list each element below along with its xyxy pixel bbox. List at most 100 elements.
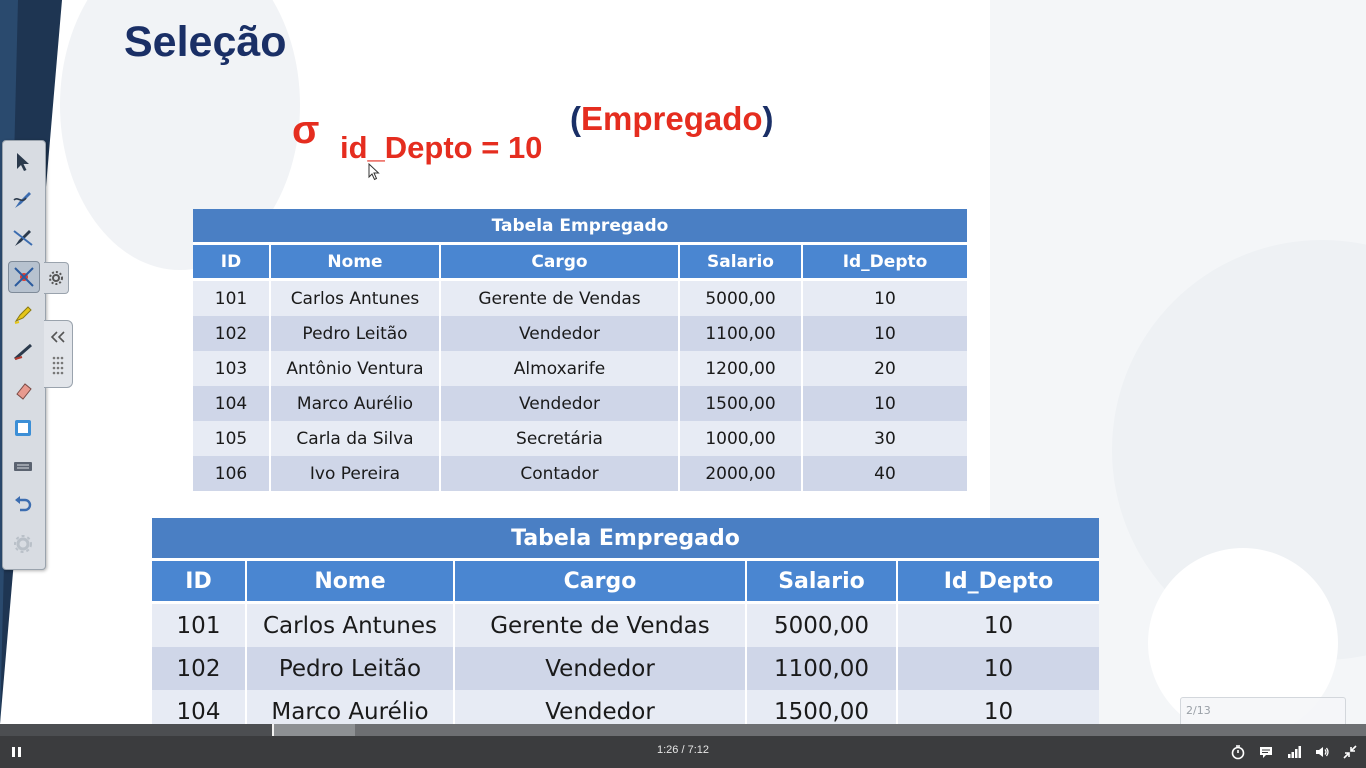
keyboard-icon[interactable] xyxy=(8,451,38,481)
cell-salario: 1200,00 xyxy=(678,351,802,386)
column-header-salario: Salario xyxy=(678,243,802,281)
table-row: 104 Marco Aurélio Vendedor 1500,00 10 xyxy=(193,386,967,421)
cell-cargo: Vendedor xyxy=(453,647,746,690)
page-number: 2/13 xyxy=(1186,704,1211,717)
cell-cargo: Gerente de Vendas xyxy=(439,279,679,316)
cell-id: 102 xyxy=(193,316,270,351)
column-header-cargo: Cargo xyxy=(439,243,679,281)
cell-cargo: Almoxarife xyxy=(439,351,679,386)
mouse-cursor-icon xyxy=(368,163,380,181)
cell-id: 101 xyxy=(193,279,270,316)
cell-cargo: Vendedor xyxy=(439,386,679,421)
table-caption: Tabela Empregado xyxy=(152,518,1099,561)
cell-id-depto: 10 xyxy=(801,386,967,421)
cell-salario: 5000,00 xyxy=(678,279,802,316)
toolbar-collapse-button[interactable] xyxy=(44,320,73,388)
grip-icon xyxy=(52,356,64,375)
settings-icon[interactable] xyxy=(8,529,38,559)
cell-id-depto: 40 xyxy=(801,456,967,491)
cell-cargo: Secretária xyxy=(439,421,679,456)
cell-cargo: Gerente de Vendas xyxy=(453,602,746,647)
cell-id-depto: 10 xyxy=(801,316,967,351)
cell-id: 105 xyxy=(193,421,270,456)
cell-salario: 5000,00 xyxy=(745,602,897,647)
cell-id-depto: 20 xyxy=(801,351,967,386)
time-display: 1:26 / 7:12 xyxy=(657,744,709,756)
captions-icon[interactable] xyxy=(1257,743,1275,761)
cell-nome: Carlos Antunes xyxy=(245,602,454,647)
annotation-toolbar xyxy=(2,140,46,570)
double-chevron-left-icon xyxy=(50,331,65,343)
toolbar-gear-icon[interactable] xyxy=(44,262,69,294)
cell-id-depto: 30 xyxy=(801,421,967,456)
cell-cargo: Vendedor xyxy=(453,690,746,724)
cell-salario: 1100,00 xyxy=(745,647,897,690)
table-row: 106 Ivo Pereira Contador 2000,00 40 xyxy=(193,456,967,491)
timer-icon[interactable] xyxy=(1229,743,1247,761)
cell-nome: Ivo Pereira xyxy=(269,456,440,491)
column-header-id: ID xyxy=(152,559,246,604)
slide-canvas: Seleção σ id_Depto = 10 (Empregado) Tabe… xyxy=(0,0,1366,724)
highlighter-pen-icon[interactable] xyxy=(8,223,38,253)
table-row: 101 Carlos Antunes Gerente de Vendas 500… xyxy=(152,602,1099,647)
pointer-icon[interactable] xyxy=(8,147,38,177)
laser-pointer-icon[interactable] xyxy=(8,261,40,293)
whiteboard-icon[interactable] xyxy=(8,413,38,443)
page-indicator[interactable]: 2/13 xyxy=(1180,697,1346,724)
quality-icon[interactable] xyxy=(1285,743,1303,761)
cell-cargo: Vendedor xyxy=(439,316,679,351)
source-table: Tabela Empregado ID Nome Cargo Salario I… xyxy=(193,209,967,491)
cell-id: 103 xyxy=(193,351,270,386)
slide-title: Seleção xyxy=(124,18,287,66)
cell-nome: Carlos Antunes xyxy=(269,279,440,316)
cell-nome: Pedro Leitão xyxy=(269,316,440,351)
cell-id-depto: 10 xyxy=(896,690,1099,724)
column-header-id-depto: Id_Depto xyxy=(801,243,967,281)
cell-salario: 2000,00 xyxy=(678,456,802,491)
column-header-nome: Nome xyxy=(245,559,454,604)
progress-bar[interactable] xyxy=(0,724,1366,736)
table-caption: Tabela Empregado xyxy=(193,209,967,245)
line-icon[interactable] xyxy=(8,337,38,367)
table-row: 103 Antônio Ventura Almoxarife 1200,00 2… xyxy=(193,351,967,386)
column-header-cargo: Cargo xyxy=(453,559,746,604)
cell-salario: 1100,00 xyxy=(678,316,802,351)
progress-handle[interactable] xyxy=(272,724,274,736)
undo-icon[interactable] xyxy=(8,489,38,519)
relation-name: (Empregado) xyxy=(570,100,774,138)
marker-icon[interactable] xyxy=(8,299,38,329)
column-header-salario: Salario xyxy=(745,559,897,604)
open-paren: ( xyxy=(570,100,581,137)
cell-id: 104 xyxy=(193,386,270,421)
cell-cargo: Contador xyxy=(439,456,679,491)
eraser-icon[interactable] xyxy=(8,375,38,405)
table-row: 105 Carla da Silva Secretária 1000,00 30 xyxy=(193,421,967,456)
volume-icon[interactable] xyxy=(1313,743,1331,761)
table-row: 101 Carlos Antunes Gerente de Vendas 500… xyxy=(193,279,967,316)
cell-id-depto: 10 xyxy=(896,602,1099,647)
cell-id: 104 xyxy=(152,690,246,724)
cell-nome: Carla da Silva xyxy=(269,421,440,456)
cell-salario: 1000,00 xyxy=(678,421,802,456)
sigma-symbol: σ xyxy=(292,108,320,152)
pen-icon[interactable] xyxy=(8,185,38,215)
cell-id-depto: 10 xyxy=(896,647,1099,690)
cell-nome: Antônio Ventura xyxy=(269,351,440,386)
column-header-id: ID xyxy=(193,243,270,281)
column-header-nome: Nome xyxy=(269,243,440,281)
result-table: Tabela Empregado ID Nome Cargo Salario I… xyxy=(152,518,1099,724)
player-controls: 1:26 / 7:12 xyxy=(0,736,1366,768)
cell-id-depto: 10 xyxy=(801,279,967,316)
cell-id: 101 xyxy=(152,602,246,647)
close-paren: ) xyxy=(762,100,774,137)
selection-formula: σ id_Depto = 10 (Empregado) xyxy=(292,100,792,180)
progress-played xyxy=(0,724,273,736)
table-row: 104 Marco Aurélio Vendedor 1500,00 10 xyxy=(152,690,1099,724)
exit-fullscreen-icon[interactable] xyxy=(1341,743,1359,761)
relation-label: Empregado xyxy=(581,100,763,137)
table-row: 102 Pedro Leitão Vendedor 1100,00 10 xyxy=(193,316,967,351)
cell-salario: 1500,00 xyxy=(678,386,802,421)
selection-condition: id_Depto = 10 xyxy=(340,130,543,165)
cell-id: 106 xyxy=(193,456,270,491)
table-row: 102 Pedro Leitão Vendedor 1100,00 10 xyxy=(152,647,1099,690)
